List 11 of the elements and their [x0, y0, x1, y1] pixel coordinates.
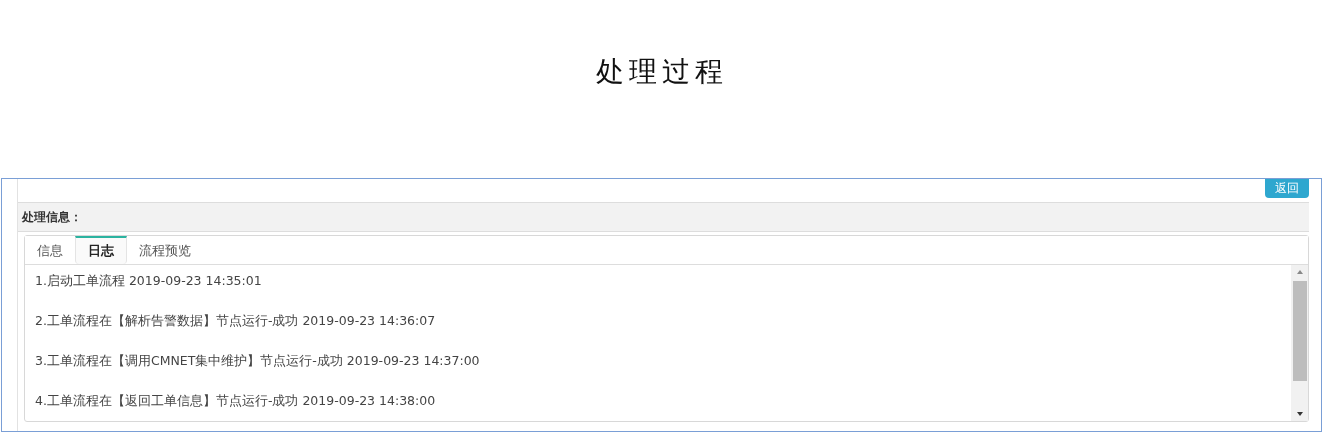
scrollbar[interactable]	[1291, 265, 1308, 421]
section-label: 处理信息：	[22, 208, 82, 226]
log-entry: 2.工单流程在【解析告警数据】节点运行-成功 2019-09-23 14:36:07	[35, 312, 437, 330]
tab[interactable]: 日志	[75, 236, 127, 264]
log-entry: 4.工单流程在【返回工单信息】节点运行-成功 2019-09-23 14:38:00	[35, 392, 437, 410]
tab[interactable]: 流程预览	[127, 236, 203, 264]
tab[interactable]: 信息	[25, 236, 75, 264]
log-entry: 3.工单流程在【调用CMNET集中维护】节点运行-成功 2019-09-23 14:37:00	[35, 352, 481, 370]
log-entry: 1.启动工单流程 2019-09-23 14:35:01	[35, 272, 263, 290]
page-title: 处理过程	[595, 54, 728, 90]
scrollbar-thumb[interactable]	[1292, 281, 1307, 381]
